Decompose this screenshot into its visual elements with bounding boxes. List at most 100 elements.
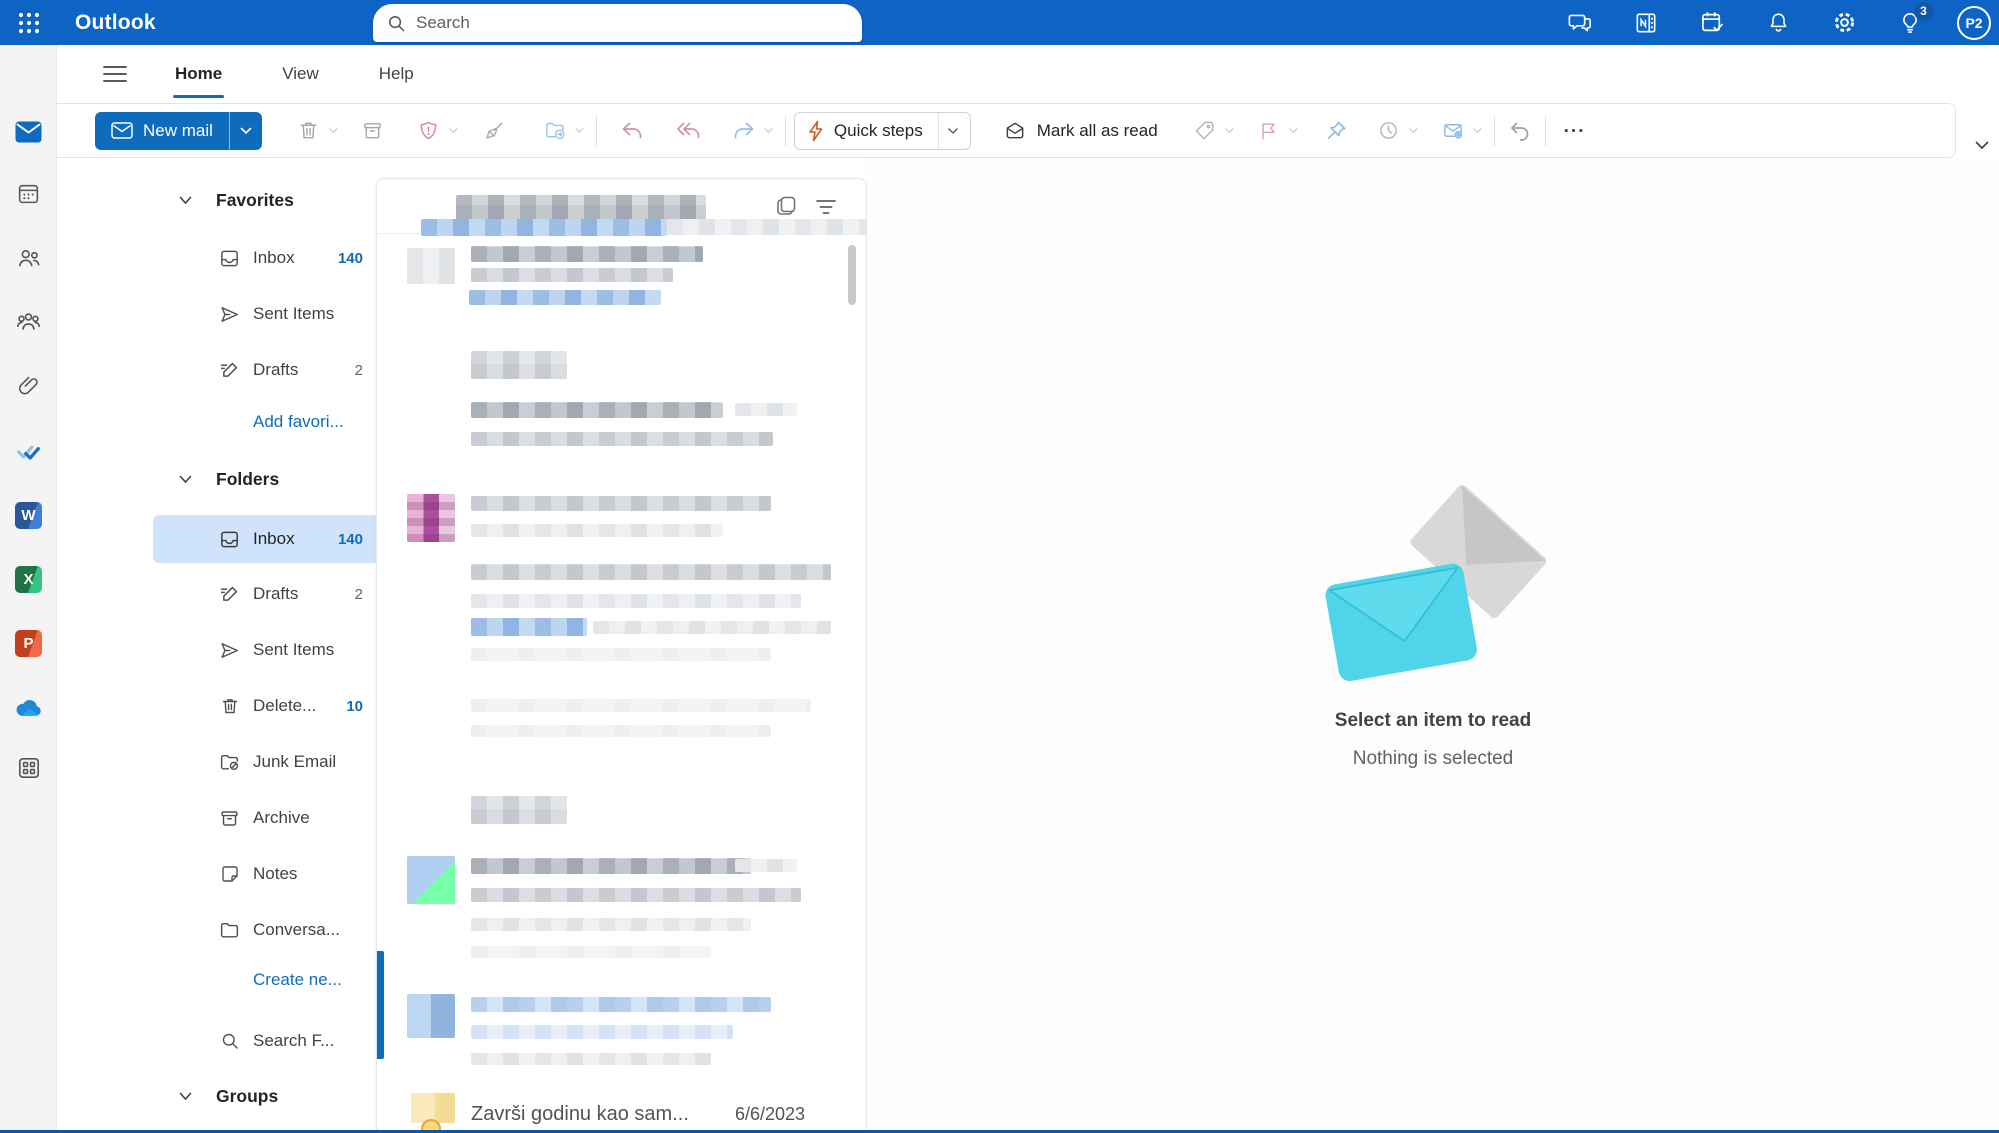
folders-conversation-history[interactable]: Conversa... [153, 908, 389, 952]
folders-header-label: Folders [216, 469, 279, 490]
tab-help[interactable]: Help [375, 56, 418, 92]
folder-label: Sent Items [253, 304, 334, 324]
blurred-email-row[interactable] [377, 689, 866, 779]
rail-powerpoint-button[interactable]: P [8, 623, 49, 664]
move-to-dropdown[interactable] [572, 112, 588, 150]
create-new-folder-link[interactable]: Create ne... [253, 970, 342, 990]
app-title: Outlook [75, 11, 156, 35]
tab-view[interactable]: View [278, 56, 323, 92]
undo-button[interactable] [1503, 112, 1537, 150]
account-avatar[interactable]: P2 [1957, 6, 1991, 40]
folders-notes[interactable]: Notes [153, 852, 389, 896]
forward-dropdown[interactable] [761, 112, 777, 150]
favorites-inbox[interactable]: Inbox 140 [153, 236, 389, 280]
rail-mail-button[interactable] [8, 111, 49, 152]
tab-home[interactable]: Home [171, 56, 226, 92]
snooze-button[interactable] [1372, 112, 1406, 150]
folders-sent-items[interactable]: Sent Items [153, 628, 389, 672]
new-mail-envelope-icon [111, 122, 133, 139]
ribbon-collapse-button[interactable] [1968, 133, 1996, 157]
new-mail-button[interactable]: New mail [95, 112, 229, 150]
rules-button[interactable] [1436, 112, 1470, 150]
reply-all-button[interactable] [671, 112, 705, 150]
blurred-email-row[interactable] [377, 989, 866, 1094]
blurred-email-row[interactable] [377, 394, 866, 559]
sweep-button[interactable] [478, 112, 512, 150]
folders-inbox[interactable]: Inbox 140 [153, 515, 389, 563]
move-to-button[interactable] [538, 112, 572, 150]
quick-steps-dropdown[interactable] [938, 113, 968, 149]
rail-more-apps-button[interactable] [8, 747, 49, 788]
favorites-section-header[interactable]: Favorites [179, 184, 294, 216]
blurred-email-row[interactable] [377, 846, 866, 976]
message-list-scrollbar[interactable] [848, 245, 856, 305]
feed-button[interactable] [1627, 4, 1665, 42]
rail-excel-button[interactable]: X [8, 559, 49, 600]
delete-dropdown[interactable] [326, 112, 342, 150]
folders-junk-email[interactable]: Junk Email [153, 740, 389, 784]
forward-button[interactable] [727, 112, 761, 150]
pin-button[interactable] [1320, 112, 1354, 150]
flag-dropdown[interactable] [1286, 112, 1302, 150]
rail-word-button[interactable]: W [8, 495, 49, 536]
favorites-drafts[interactable]: Drafts 2 [153, 348, 389, 392]
settings-button[interactable] [1825, 4, 1863, 42]
folders-search-folders[interactable]: Search F... [153, 1019, 389, 1063]
delete-button[interactable] [292, 112, 326, 150]
app-launcher-button[interactable] [0, 0, 57, 45]
categorize-dropdown[interactable] [1222, 112, 1238, 150]
email-row-visible[interactable]: Završi godinu kao sam... 6/6/2023 [377, 1097, 866, 1133]
rail-todo-button[interactable] [8, 431, 49, 472]
tag-icon [1193, 119, 1216, 142]
blurred-email-row[interactable] [377, 564, 866, 669]
mark-all-as-read-button[interactable]: Mark all as read [993, 112, 1168, 150]
more-options-button[interactable]: ... [1554, 116, 1596, 146]
calendar-icon [16, 181, 41, 206]
rail-files-button[interactable] [8, 365, 49, 406]
favorites-sent-items[interactable]: Sent Items [153, 292, 389, 336]
tips-button[interactable]: 3 [1891, 4, 1929, 42]
rules-dropdown[interactable] [1470, 112, 1486, 150]
categorize-button[interactable] [1188, 112, 1222, 150]
add-favorite-link[interactable]: Add favori... [253, 412, 344, 432]
quick-steps-button[interactable]: Quick steps [794, 112, 971, 150]
filter-button[interactable] [811, 192, 841, 222]
rail-groups-button[interactable] [8, 301, 49, 342]
my-day-button[interactable] [1693, 4, 1731, 42]
chevron-down-icon [947, 127, 959, 135]
folder-pane-toggle-button[interactable] [95, 54, 135, 94]
folders-deleted-items[interactable]: Delete... 10 [153, 684, 389, 728]
notifications-button[interactable] [1759, 4, 1797, 42]
flag-button[interactable] [1252, 112, 1286, 150]
folders-section-header[interactable]: Folders [179, 463, 279, 495]
chat-button[interactable] [1561, 4, 1599, 42]
rail-onedrive-button[interactable] [8, 687, 49, 728]
report-dropdown[interactable] [446, 112, 462, 150]
groups-section-header[interactable]: Groups [179, 1080, 278, 1112]
new-mail-dropdown[interactable] [229, 112, 262, 150]
chevron-down-icon [1288, 127, 1299, 134]
inbox-icon [219, 248, 240, 269]
select-messages-button[interactable] [770, 192, 800, 222]
search-input[interactable] [416, 13, 848, 33]
archive-button[interactable] [356, 112, 390, 150]
snooze-dropdown[interactable] [1406, 112, 1422, 150]
folder-label: Archive [253, 808, 310, 828]
search-icon [219, 1031, 240, 1052]
rail-calendar-button[interactable] [8, 173, 49, 214]
chat-icon [1567, 10, 1593, 36]
reply-all-arrow-icon [675, 120, 701, 141]
chevron-down-icon [763, 127, 774, 134]
notebook-feed-icon [1633, 10, 1659, 36]
todo-check-icon [15, 440, 42, 464]
report-button[interactable] [412, 112, 446, 150]
reply-button[interactable] [615, 112, 649, 150]
gear-icon [1831, 9, 1858, 36]
folders-drafts[interactable]: Drafts 2 [153, 572, 389, 616]
trash-icon [219, 696, 240, 717]
folders-archive[interactable]: Archive [153, 796, 389, 840]
search-bar[interactable] [373, 4, 862, 42]
blurred-email-row[interactable] [377, 246, 866, 316]
trash-icon [297, 119, 320, 142]
rail-people-button[interactable] [8, 237, 49, 278]
